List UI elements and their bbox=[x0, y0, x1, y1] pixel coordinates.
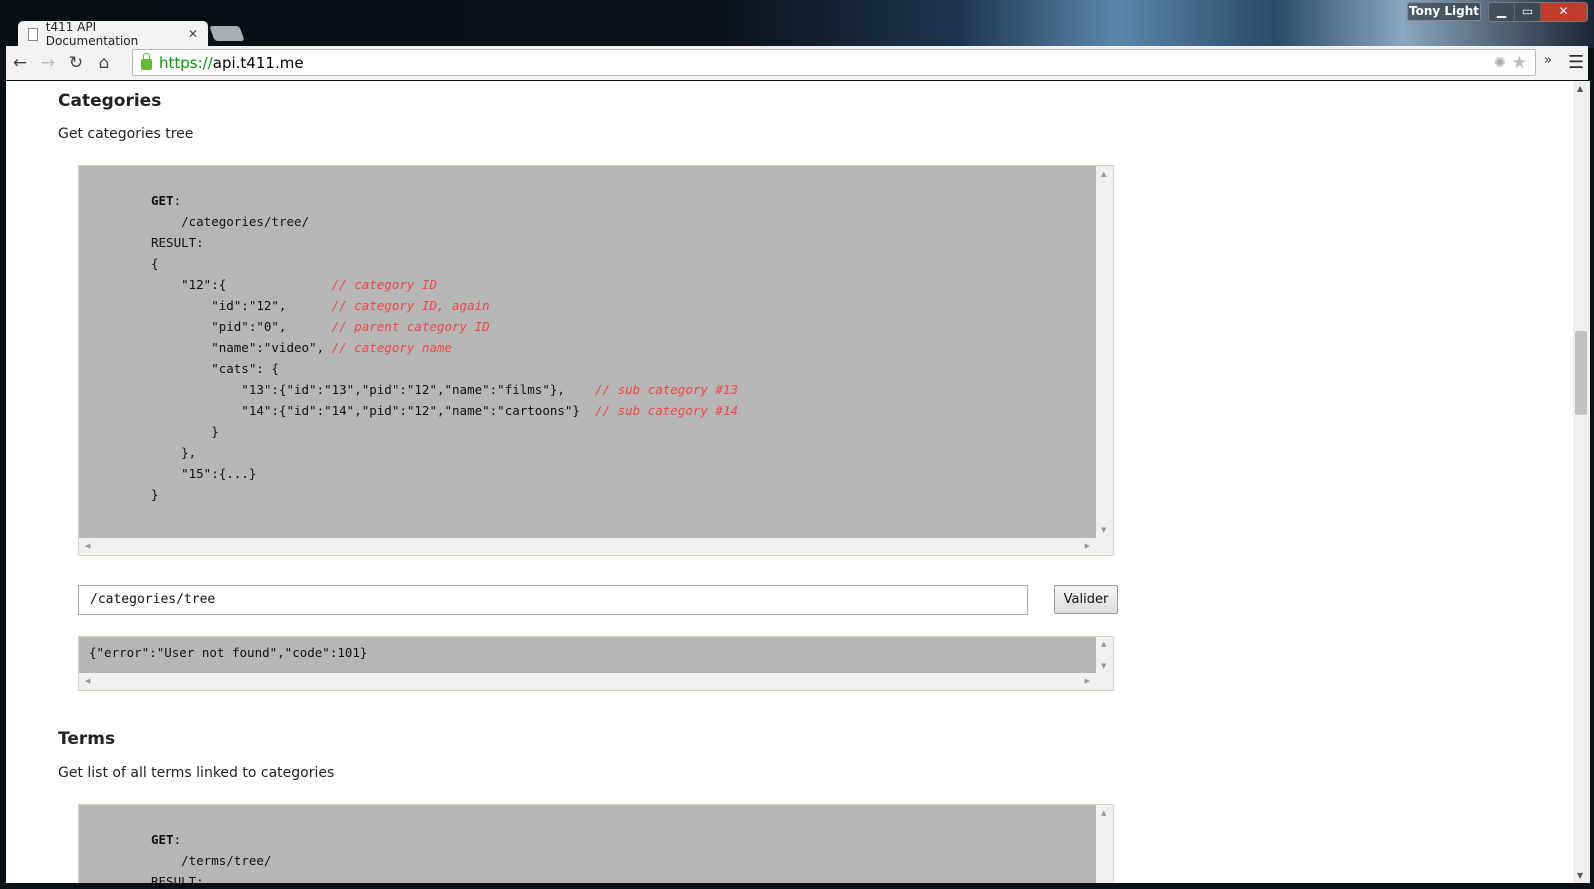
browser-toolbar: ← → ↻ ⌂ https://api.t411.me ✺ ★ » ☰ bbox=[6, 46, 1588, 80]
method-label: GET bbox=[151, 832, 174, 847]
code-line: "12":{ // category ID bbox=[151, 277, 437, 292]
address-bar[interactable]: https://api.t411.me ✺ ★ bbox=[132, 49, 1536, 76]
code-line: "13":{"id":"13","pid":"12","name":"films… bbox=[151, 382, 738, 397]
tab-title: t411 API Documentation bbox=[45, 20, 139, 48]
code-line: "cats": { bbox=[151, 361, 279, 376]
code-comment: // category ID, again bbox=[331, 298, 490, 313]
menu-icon[interactable]: ☰ bbox=[1568, 52, 1584, 73]
close-window-button[interactable]: ✕ bbox=[1541, 3, 1587, 21]
page-scrollbar[interactable]: ▲ ▼ bbox=[1573, 81, 1590, 883]
result-label: RESULT bbox=[151, 235, 197, 250]
back-icon[interactable]: ← bbox=[6, 53, 34, 73]
new-tab-button[interactable] bbox=[209, 26, 245, 41]
code-text: "cats": { bbox=[151, 361, 279, 376]
code-text: "pid":"0", bbox=[151, 319, 332, 334]
code-vertical-scrollbar[interactable]: ▲ bbox=[1096, 805, 1113, 883]
code-comment: // category ID bbox=[331, 277, 437, 292]
tab-api-docs[interactable]: t411 API Documentation ✕ bbox=[18, 20, 208, 48]
code-text: "15":{...} bbox=[151, 466, 257, 481]
code-text: "14":{"id":"14","pid":"12","name":"carto… bbox=[151, 403, 596, 418]
code-text: } bbox=[151, 424, 219, 439]
endpoint-test-input[interactable]: /categories/tree bbox=[78, 585, 1028, 615]
code-line: "15":{...} bbox=[151, 466, 256, 481]
tab-close-icon[interactable]: ✕ bbox=[188, 27, 198, 41]
code-line: { bbox=[151, 256, 159, 271]
maximize-button[interactable]: ▭ bbox=[1515, 3, 1541, 21]
url-host: api.t411.me bbox=[212, 53, 304, 72]
code-text: "13":{"id":"13","pid":"12","name":"films… bbox=[151, 382, 596, 397]
endpoint-path: /categories/tree/ bbox=[181, 214, 310, 229]
code-example-terms: GET: /terms/tree/ RESULT: ▲ bbox=[78, 804, 1114, 883]
method-label: GET bbox=[151, 193, 174, 208]
response-box: {"error":"User not found","code":101} ▲ ▼… bbox=[78, 636, 1114, 691]
page-icon bbox=[28, 27, 38, 41]
forward-icon[interactable]: → bbox=[34, 53, 62, 73]
extensions-overflow-icon[interactable]: » bbox=[1544, 53, 1552, 68]
code-comment: // sub category #13 bbox=[595, 382, 739, 397]
window-controls: ▁ ▭ ✕ bbox=[1488, 2, 1588, 22]
code-comment: // sub category #14 bbox=[595, 403, 739, 418]
code-line: "name":"video", // category name bbox=[151, 340, 452, 355]
code-text: { bbox=[151, 256, 159, 271]
valider-button[interactable]: Valider bbox=[1054, 585, 1118, 614]
response-horizontal-scrollbar[interactable]: ◀ ▶ bbox=[79, 673, 1096, 690]
code-text: }, bbox=[151, 445, 197, 460]
section-description: Get list of all terms linked to categori… bbox=[58, 765, 335, 781]
section-title-categories: Categories bbox=[58, 91, 162, 111]
bug-extension-icon[interactable]: ✺ bbox=[1494, 55, 1506, 71]
lock-icon bbox=[141, 52, 152, 70]
code-example-categories: GET: /categories/tree/ RESULT: { "12":{ … bbox=[78, 165, 1114, 556]
scrollbar-thumb[interactable] bbox=[1575, 331, 1587, 415]
profile-button[interactable]: Tony Light bbox=[1407, 2, 1481, 21]
code-line: }, bbox=[151, 445, 196, 460]
reload-icon[interactable]: ↻ bbox=[62, 53, 90, 73]
bookmark-star-icon[interactable]: ★ bbox=[1512, 53, 1527, 73]
code-line: } bbox=[151, 424, 219, 439]
response-text: {"error":"User not found","code":101} bbox=[79, 637, 1096, 673]
minimize-button[interactable]: ▁ bbox=[1489, 3, 1515, 21]
section-title-terms: Terms bbox=[58, 729, 116, 749]
code-comment: // parent category ID bbox=[331, 319, 490, 334]
home-icon[interactable]: ⌂ bbox=[90, 53, 118, 73]
code-vertical-scrollbar[interactable]: ▲ ▼ bbox=[1096, 166, 1113, 538]
code-text: "id":"12", bbox=[151, 298, 332, 313]
code-line: "pid":"0", // parent category ID bbox=[151, 319, 490, 334]
url-scheme: https:// bbox=[159, 53, 213, 72]
code-comment: // category name bbox=[331, 340, 453, 355]
result-label: RESULT bbox=[151, 874, 197, 883]
response-vertical-scrollbar[interactable]: ▲ ▼ bbox=[1096, 637, 1113, 673]
code-horizontal-scrollbar[interactable]: ◀ ▶ bbox=[79, 538, 1096, 555]
code-line: "id":"12", // category ID, again bbox=[151, 298, 490, 313]
endpoint-path: /terms/tree/ bbox=[181, 853, 272, 868]
section-description: Get categories tree bbox=[58, 126, 194, 142]
code-line: } bbox=[151, 487, 159, 502]
page-content: Categories Get categories tree GET: /cat… bbox=[6, 81, 1573, 883]
code-line: "14":{"id":"14","pid":"12","name":"carto… bbox=[151, 403, 738, 418]
code-text: } bbox=[151, 487, 159, 502]
code-text: "12":{ bbox=[151, 277, 332, 292]
code-text: "name":"video", bbox=[151, 340, 332, 355]
